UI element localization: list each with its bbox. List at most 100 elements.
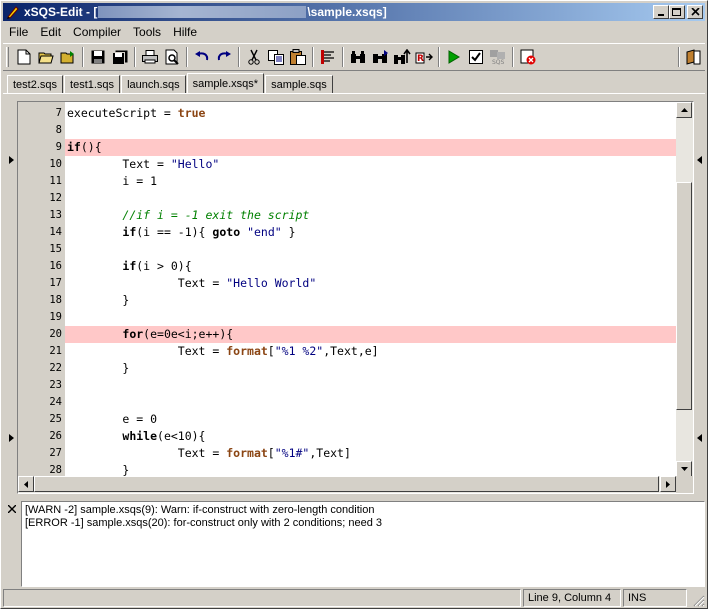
code-line[interactable]: while(e<10){	[65, 428, 676, 445]
menu-tools[interactable]: Tools	[127, 25, 167, 39]
toolbar-grip[interactable]	[6, 47, 9, 67]
code-line[interactable]	[65, 122, 676, 139]
code-line[interactable]	[65, 190, 676, 207]
print-icon[interactable]	[139, 46, 161, 68]
code-line[interactable]	[65, 377, 676, 394]
tab-sample-sqs[interactable]: sample.sqs	[265, 75, 333, 93]
menu-file[interactable]: File	[3, 25, 34, 39]
line-number: 16	[49, 260, 62, 272]
horizontal-scroll-thumb[interactable]	[34, 476, 659, 492]
output-close-icon[interactable]	[7, 504, 17, 514]
code-line[interactable]: e = 0	[65, 411, 676, 428]
replace-icon[interactable]: R	[413, 46, 435, 68]
output-message[interactable]: [WARN -2] sample.xsqs(9): Warn: if-const…	[25, 504, 701, 517]
code-text: Text =	[67, 157, 171, 171]
left-splitter-arrow-icon[interactable]	[8, 156, 14, 164]
string-literal: "end"	[247, 225, 282, 239]
tab-sample-xsqs[interactable]: sample.xsqs*	[186, 73, 265, 93]
keyword: if	[122, 225, 137, 239]
code-line[interactable]: Text = "Hello"	[65, 156, 676, 173]
copy-icon[interactable]	[265, 46, 287, 68]
run-icon[interactable]	[443, 46, 465, 68]
horizontal-scrollbar[interactable]	[18, 476, 676, 493]
output-message[interactable]: [ERROR -1] sample.xsqs(20): for-construc…	[25, 517, 701, 530]
redo-icon[interactable]	[213, 46, 235, 68]
keyword: goto	[212, 225, 241, 239]
new-file-icon[interactable]	[13, 46, 35, 68]
code-line-error[interactable]: if(){	[65, 139, 676, 156]
code-text: Text =	[67, 276, 227, 290]
string-literal: "Hello World"	[226, 276, 317, 290]
code-line[interactable]: Text = format["%1#",Text]	[65, 445, 676, 462]
code-line[interactable]: if(i > 0){	[65, 258, 676, 275]
code-line[interactable]: }	[65, 462, 676, 477]
code-text: }	[67, 463, 130, 477]
code-line[interactable]: i = 1	[65, 173, 676, 190]
right-splitter-arrow-icon[interactable]	[696, 434, 702, 442]
code-area[interactable]: executeScript = true if(){ Text = "Hello"…	[65, 102, 676, 477]
code-text: ,Text]	[309, 446, 351, 460]
scroll-right-button[interactable]	[660, 476, 676, 492]
stop-icon[interactable]	[517, 46, 539, 68]
cut-icon[interactable]	[243, 46, 265, 68]
toolbar-separator	[82, 47, 84, 67]
right-splitter-arrow-icon[interactable]	[696, 156, 702, 164]
code-line[interactable]: }	[65, 292, 676, 309]
line-number: 15	[49, 243, 62, 255]
undo-icon[interactable]	[191, 46, 213, 68]
save-icon[interactable]	[87, 46, 109, 68]
code-line[interactable]	[65, 241, 676, 258]
open-file-icon[interactable]	[35, 46, 57, 68]
scroll-left-button[interactable]	[18, 476, 34, 492]
code-line[interactable]	[65, 309, 676, 326]
scroll-up-button[interactable]	[676, 102, 692, 118]
bookmark-icon[interactable]	[317, 46, 339, 68]
comment: //if i = -1 exit the script	[122, 208, 310, 222]
code-text: Text =	[67, 344, 227, 358]
menu-bar: File Edit Compiler Tools Hilfe	[3, 22, 203, 42]
check-icon[interactable]	[465, 46, 487, 68]
line-number: 21	[49, 345, 62, 357]
code-line[interactable]: Text = "Hello World"	[65, 275, 676, 292]
maximize-button[interactable]	[669, 5, 685, 19]
code-line-error[interactable]: for(e=0e<i;e++){	[65, 326, 676, 343]
tab-test2-sqs[interactable]: test2.sqs	[7, 75, 64, 93]
line-number-gutter: 7 8 9 10 11 12 13 14 15 16 17 18 19 20 21 22 23 24 25 26 27 2…	[18, 102, 65, 477]
code-line[interactable]: executeScript = true	[65, 105, 676, 122]
save-all-icon[interactable]	[109, 46, 131, 68]
exit-icon[interactable]	[683, 46, 705, 68]
resize-grip-icon[interactable]	[691, 593, 705, 607]
tabs-baseline	[3, 93, 705, 94]
code-line[interactable]: //if i = -1 exit the script	[65, 207, 676, 224]
find-icon[interactable]	[347, 46, 369, 68]
code-editor[interactable]: 7 8 9 10 11 12 13 14 15 16 17 18 19 20 21 22 23 24 25 26 27 2…	[17, 101, 694, 494]
vertical-scrollbar[interactable]	[676, 102, 693, 477]
print-preview-icon[interactable]	[161, 46, 183, 68]
paste-icon[interactable]	[287, 46, 309, 68]
tab-launch-sqs[interactable]: launch.sqs	[121, 75, 186, 93]
code-text: Text =	[67, 446, 227, 460]
compile-icon[interactable]: SQS	[487, 46, 509, 68]
close-button[interactable]	[687, 5, 703, 19]
menu-compiler[interactable]: Compiler	[67, 25, 127, 39]
code-line[interactable]: }	[65, 360, 676, 377]
code-line[interactable]: Text = format["%1 %2",Text,e]	[65, 343, 676, 360]
menu-hilfe[interactable]: Hilfe	[167, 25, 203, 39]
menu-edit[interactable]: Edit	[34, 25, 67, 39]
minimize-button[interactable]	[653, 5, 669, 19]
output-panel[interactable]: [WARN -2] sample.xsqs(9): Warn: if-const…	[21, 501, 705, 587]
open-folder-icon[interactable]	[57, 46, 79, 68]
code-line[interactable]	[65, 394, 676, 411]
line-number: 10	[49, 158, 62, 170]
title-bar[interactable]: xSQS-Edit - [ \sample.xsqs]	[3, 3, 705, 21]
toolbar-separator	[312, 47, 314, 67]
app-pen-icon	[5, 4, 21, 20]
find-replace-icon[interactable]	[391, 46, 413, 68]
find-next-icon[interactable]	[369, 46, 391, 68]
code-text: i = 1	[67, 174, 158, 188]
vertical-scroll-thumb[interactable]	[676, 182, 692, 410]
left-splitter-arrow-icon[interactable]	[8, 434, 14, 442]
tab-test1-sqs[interactable]: test1.sqs	[64, 75, 121, 93]
code-line[interactable]: if(i == -1){ goto "end" }	[65, 224, 676, 241]
scroll-down-button[interactable]	[676, 461, 692, 477]
